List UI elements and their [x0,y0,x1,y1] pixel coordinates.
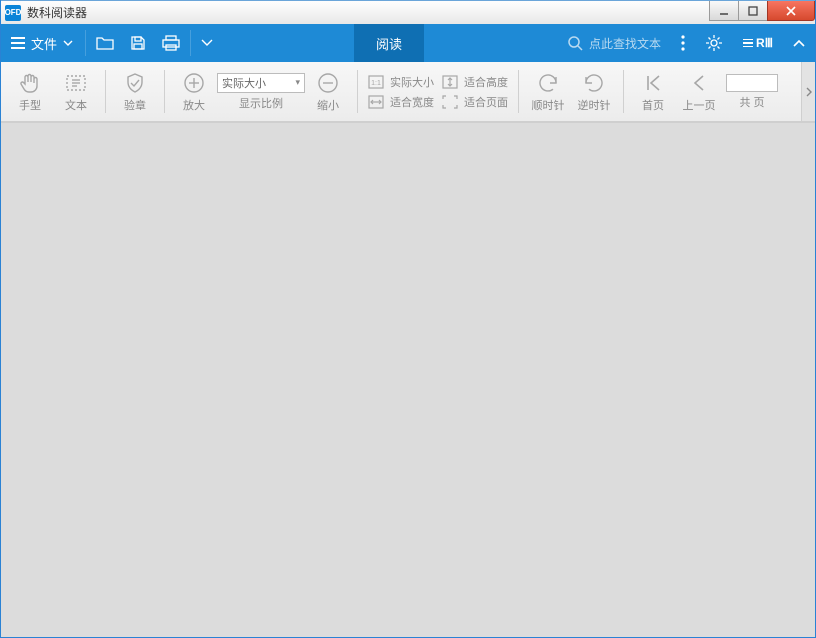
prev-page-button[interactable]: 上一页 [676,71,722,113]
chevron-down-icon [63,38,73,48]
hand-tool-label: 手型 [19,97,41,113]
fit-width-button[interactable]: 适合宽度 [368,94,434,110]
zoom-out-button[interactable]: 缩小 [305,71,351,113]
file-menu-label: 文件 [31,34,57,53]
actual-size-button[interactable]: 1:1 实际大小 [368,74,434,90]
toolbar-overflow-button[interactable] [801,62,815,121]
dropdown-triangle-icon: ▾ [295,77,300,88]
rm-button[interactable]: RⅢ [733,24,783,62]
zoom-out-label: 缩小 [317,97,339,113]
chevron-right-icon [805,87,813,97]
fit-height-label: 适合高度 [464,74,508,90]
settings-button[interactable] [695,24,733,62]
page-total-label: 共 页 [739,94,764,110]
rotate-cw-button[interactable]: 顺时针 [525,71,571,113]
fit-page-icon [442,95,458,109]
verify-seal-label: 验章 [124,97,146,113]
text-tool-label: 文本 [65,97,87,113]
zoom-combo: 实际大小 ▾ 显示比例 [217,73,305,111]
actual-size-label: 实际大小 [390,74,434,90]
spacer [221,24,354,62]
text-select-icon [64,71,88,95]
rotate-cw-icon [536,71,560,95]
fit-page-button[interactable]: 适合页面 [442,94,508,110]
first-page-label: 首页 [642,97,664,113]
save-button[interactable] [122,24,154,62]
separator [105,70,106,113]
print-icon [162,35,180,51]
shield-check-icon [123,71,147,95]
zoom-in-icon [182,71,206,95]
text-tool-button[interactable]: 文本 [53,71,99,113]
ribbon-toolbar: 手型 文本 验章 放大 实际大小 ▾ [1,62,815,122]
search-placeholder: 点此查找文本 [589,35,661,52]
print-button[interactable] [154,24,188,62]
actual-size-icon: 1:1 [368,75,384,89]
fit-page-label: 适合页面 [464,94,508,110]
quick-access-dropdown[interactable] [193,24,221,62]
hand-tool-button[interactable]: 手型 [7,71,53,113]
folder-icon [96,35,114,51]
separator [623,70,624,113]
tab-read-label: 阅读 [376,34,402,53]
menu-icon [11,37,25,49]
fit-height-icon [442,75,458,89]
separator [164,70,165,113]
rotate-ccw-label: 逆时针 [578,97,611,113]
minimize-button[interactable] [709,1,739,21]
fit-width-icon [368,95,384,109]
dots-vertical-icon [681,35,685,51]
zoom-combo-value: 实际大小 [222,75,266,91]
zoom-combo-label: 显示比例 [239,95,283,111]
close-button[interactable] [767,1,815,21]
gear-icon [705,34,723,52]
app-window: OFD 数科阅读器 文件 [0,0,816,638]
separator [518,70,519,113]
fit-height-button[interactable]: 适合高度 [442,74,508,90]
app-icon: OFD [5,5,21,21]
save-icon [130,35,146,51]
spacer [424,24,557,62]
prev-page-label: 上一页 [683,97,716,113]
verify-seal-button[interactable]: 验章 [112,71,158,113]
page-block: 共 页 [722,74,782,110]
separator [85,30,86,56]
hand-icon [18,71,42,95]
search-box[interactable]: 点此查找文本 [557,24,671,62]
open-button[interactable] [88,24,122,62]
zoom-in-label: 放大 [183,97,205,113]
rm-icon: RⅢ [743,36,773,50]
chevron-down-icon [201,38,213,48]
svg-text:1:1: 1:1 [371,80,381,87]
separator [190,30,191,56]
separator [357,70,358,113]
rotate-cw-label: 顺时针 [532,97,565,113]
window-controls [710,1,815,21]
title-bar: OFD 数科阅读器 [1,0,815,24]
document-viewport[interactable] [1,122,815,637]
fit-width-label: 适合宽度 [390,94,434,110]
rm-label: RⅢ [756,36,773,50]
zoom-out-icon [316,71,340,95]
prev-page-icon [687,71,711,95]
maximize-button[interactable] [738,1,768,21]
more-menu[interactable] [671,24,695,62]
collapse-ribbon-button[interactable] [783,24,815,62]
rotate-ccw-button[interactable]: 逆时针 [571,71,617,113]
page-number-input[interactable] [726,74,778,92]
window-title: 数科阅读器 [27,4,87,21]
file-menu[interactable]: 文件 [1,24,83,62]
chevron-up-icon [793,38,805,48]
tab-read[interactable]: 阅读 [354,24,424,62]
rotate-ccw-icon [582,71,606,95]
menu-bar: 文件 阅读 点此查找文本 [1,24,815,62]
search-icon [567,35,583,51]
first-page-icon [641,71,665,95]
first-page-button[interactable]: 首页 [630,71,676,113]
zoom-combo-select[interactable]: 实际大小 ▾ [217,73,305,93]
zoom-in-button[interactable]: 放大 [171,71,217,113]
